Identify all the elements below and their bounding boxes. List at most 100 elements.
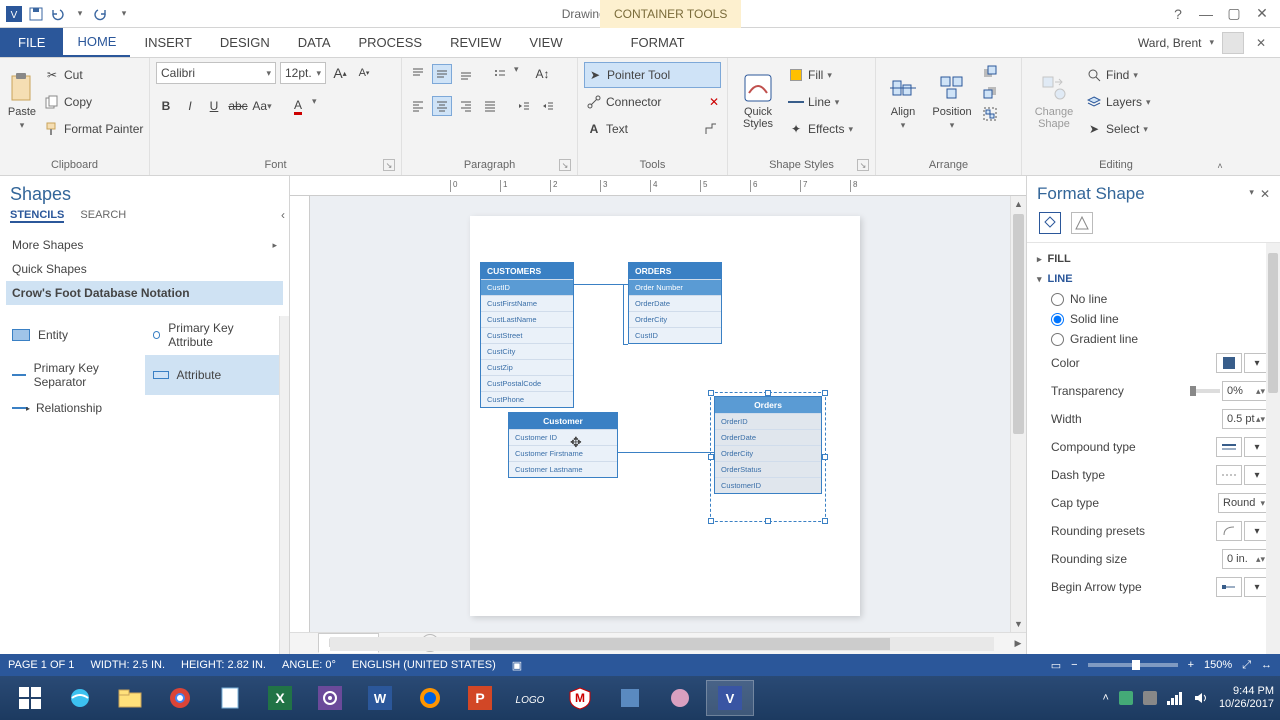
entity-customers[interactable]: CUSTOMERS CustID CustFirstName CustLastN… xyxy=(480,262,574,408)
entity-orders-top[interactable]: ORDERS Order Number OrderDate OrderCity … xyxy=(628,262,722,344)
word-icon[interactable]: W xyxy=(356,680,404,716)
tray-network-icon[interactable] xyxy=(1167,691,1183,705)
select-button[interactable]: ➤Select▾ xyxy=(1084,116,1153,142)
grow-font-icon[interactable]: A▴ xyxy=(330,63,350,83)
font-launcher-icon[interactable]: ↘ xyxy=(383,159,395,171)
shape-pk-attribute[interactable]: Primary Key Attribute xyxy=(145,315,286,355)
delete-connector-icon[interactable]: ✕ xyxy=(709,95,719,109)
shape-relationship[interactable]: ▸Relationship xyxy=(4,395,145,421)
status-language[interactable]: ENGLISH (UNITED STATES) xyxy=(352,659,496,672)
file-explorer-icon[interactable] xyxy=(106,680,154,716)
send-back-icon[interactable] xyxy=(980,83,1000,103)
tab-review[interactable]: REVIEW xyxy=(436,28,515,57)
tray-app1-icon[interactable] xyxy=(1119,691,1133,705)
crows-foot-stencil[interactable]: Crow's Foot Database Notation xyxy=(6,281,283,305)
change-case-icon[interactable]: Aa▾ xyxy=(252,96,272,116)
shape-entity[interactable]: Entity xyxy=(4,315,145,355)
solid-line-radio[interactable]: Solid line xyxy=(1037,309,1270,329)
bold-icon[interactable]: B xyxy=(156,96,176,116)
search-tab[interactable]: SEARCH xyxy=(80,209,126,223)
quick-shapes-item[interactable]: Quick Shapes xyxy=(6,257,283,281)
line-color-picker[interactable] xyxy=(1216,353,1242,373)
align-bottom-icon[interactable] xyxy=(456,64,476,84)
zoom-level[interactable]: 150% xyxy=(1204,659,1232,671)
qat-customize-icon[interactable]: ▾ xyxy=(116,6,132,22)
settings-icon[interactable] xyxy=(306,680,354,716)
font-name-select[interactable]: Calibri▾ xyxy=(156,62,276,84)
effects-tab-icon[interactable] xyxy=(1071,212,1093,234)
visio-taskbar-icon[interactable]: V xyxy=(706,680,754,716)
strikethrough-icon[interactable]: abc xyxy=(228,96,248,116)
zoom-in-icon[interactable]: + xyxy=(1188,659,1194,671)
transparency-slider[interactable] xyxy=(1190,389,1220,393)
undo-icon[interactable] xyxy=(50,6,66,22)
begin-arrow-select[interactable] xyxy=(1216,577,1242,597)
shrink-font-icon[interactable]: A▾ xyxy=(354,63,374,83)
start-button[interactable] xyxy=(6,680,54,716)
layers-button[interactable]: Layers▾ xyxy=(1084,89,1153,115)
tray-volume-icon[interactable] xyxy=(1193,691,1209,705)
bring-front-icon[interactable] xyxy=(980,62,1000,82)
tab-view[interactable]: VIEW xyxy=(515,28,576,57)
horizontal-scrollbar[interactable] xyxy=(330,637,994,651)
connector-top[interactable] xyxy=(574,284,628,285)
help-icon[interactable]: ? xyxy=(1166,4,1190,24)
justify-icon[interactable] xyxy=(480,96,500,116)
line-button[interactable]: Line▾ xyxy=(786,89,855,115)
find-button[interactable]: Find▾ xyxy=(1084,62,1153,88)
quick-styles-button[interactable]: Quick Styles xyxy=(734,62,782,140)
font-size-select[interactable]: 12pt.▾ xyxy=(280,62,326,84)
shape-attribute[interactable]: Attribute xyxy=(145,355,286,395)
dash-type-select[interactable] xyxy=(1216,465,1242,485)
presentation-mode-icon[interactable]: ▭ xyxy=(1051,659,1061,672)
compound-type-select[interactable] xyxy=(1216,437,1242,457)
no-line-radio[interactable]: No line xyxy=(1037,289,1270,309)
zoom-slider[interactable] xyxy=(1088,663,1178,667)
transparency-input[interactable]: 0%▴▾ xyxy=(1222,381,1270,401)
round-size-input[interactable]: 0 in.▴▾ xyxy=(1222,549,1270,569)
page-width-icon[interactable]: ↔ xyxy=(1261,659,1272,671)
canvas[interactable]: CUSTOMERS CustID CustFirstName CustLastN… xyxy=(310,196,1010,632)
chrome-icon[interactable] xyxy=(156,680,204,716)
undo-dropdown-icon[interactable]: ▾ xyxy=(72,6,88,22)
gradient-line-radio[interactable]: Gradient line xyxy=(1037,329,1270,349)
firefox-icon[interactable] xyxy=(406,680,454,716)
redo-icon[interactable] xyxy=(94,6,110,22)
underline-icon[interactable]: U xyxy=(204,96,224,116)
file-tab[interactable]: FILE xyxy=(0,28,63,57)
logo-icon[interactable]: LOGO xyxy=(506,680,554,716)
shape-styles-launcher-icon[interactable]: ↘ xyxy=(857,159,869,171)
maximize-icon[interactable]: ▢ xyxy=(1222,4,1246,24)
close-document-icon[interactable]: ✕ xyxy=(1252,34,1270,52)
format-pane-close-icon[interactable]: ✕ xyxy=(1260,187,1270,201)
entity-customer[interactable]: Customer Customer ID Customer Firstname … xyxy=(508,412,618,478)
vertical-scrollbar[interactable]: ▲▼ xyxy=(1010,196,1026,632)
connector-mid[interactable] xyxy=(618,452,714,453)
align-middle-icon[interactable] xyxy=(432,64,452,84)
fill-line-tab-icon[interactable] xyxy=(1039,212,1061,234)
effects-button[interactable]: ✦Effects▾ xyxy=(786,116,855,142)
align-center-icon[interactable] xyxy=(432,96,452,116)
fill-section-header[interactable]: ▸FILL xyxy=(1037,249,1270,269)
dynamic-connector-icon[interactable] xyxy=(703,121,719,137)
align-right-icon[interactable] xyxy=(456,96,476,116)
paragraph-launcher-icon[interactable]: ↘ xyxy=(559,159,571,171)
format-painter-button[interactable]: Format Painter xyxy=(42,116,145,142)
fill-button[interactable]: Fill▾ xyxy=(786,62,855,88)
align-button[interactable]: Align▾ xyxy=(882,62,924,140)
tab-home[interactable]: HOME xyxy=(63,28,130,57)
tab-format[interactable]: FORMAT xyxy=(617,28,699,57)
decrease-indent-icon[interactable] xyxy=(514,96,534,116)
mcafee-icon[interactable]: M xyxy=(556,680,604,716)
shapes-scrollbar[interactable] xyxy=(279,316,289,654)
entity-orders-selected[interactable]: Orders OrderID OrderDate OrderCity Order… xyxy=(714,396,822,494)
increase-indent-icon[interactable] xyxy=(538,96,558,116)
shape-pk-separator[interactable]: Primary Key Separator xyxy=(4,355,145,395)
bullets-icon[interactable] xyxy=(490,64,510,84)
text-tool-button[interactable]: AText xyxy=(584,116,721,142)
cut-button[interactable]: ✂Cut xyxy=(42,62,145,88)
group-icon[interactable] xyxy=(980,104,1000,124)
italic-icon[interactable]: I xyxy=(180,96,200,116)
macro-record-icon[interactable]: ▣ xyxy=(512,659,522,672)
collapse-ribbon-icon[interactable]: ˄ xyxy=(1217,161,1222,171)
